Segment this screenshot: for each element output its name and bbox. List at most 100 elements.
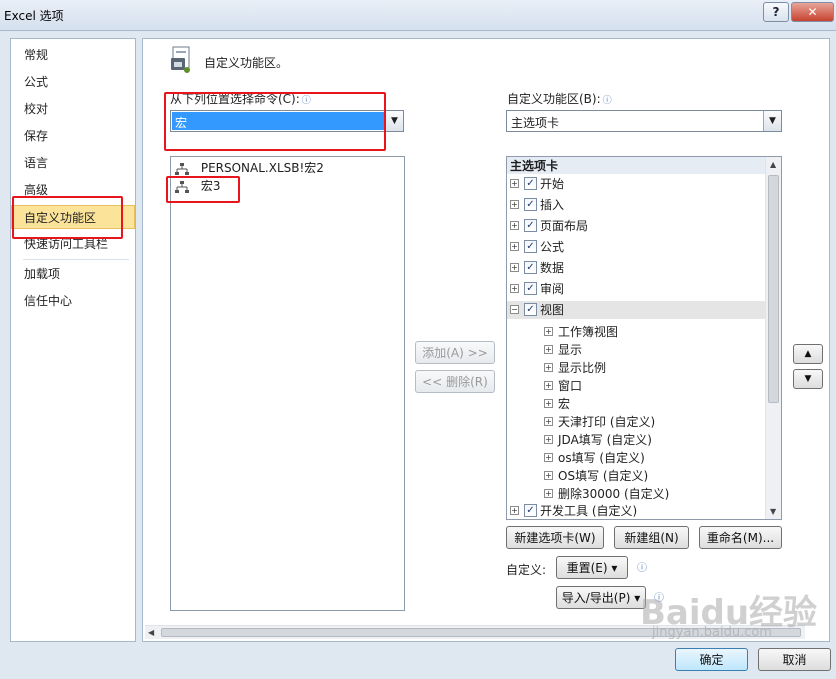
tree-group[interactable]: + 显示 — [507, 341, 765, 359]
tree-tab-view[interactable]: − ✓ 视图 — [507, 301, 765, 319]
scroll-thumb[interactable] — [768, 175, 779, 403]
help-button[interactable]: ? — [763, 2, 789, 22]
checkbox[interactable]: ✓ — [524, 504, 537, 517]
group-label: 窗口 — [558, 379, 583, 393]
tree-group[interactable]: + OS填写 (自定义) — [507, 467, 765, 485]
expand-icon[interactable]: + — [544, 399, 553, 408]
cancel-button[interactable]: 取消 — [758, 648, 831, 671]
move-up-button[interactable]: ▲ — [793, 344, 823, 364]
list-item[interactable]: PERSONAL.XLSB!宏2 — [175, 159, 324, 177]
move-down-button[interactable]: ▼ — [793, 369, 823, 389]
tab-label: 开发工具 (自定义) — [540, 504, 638, 518]
info-icon: ⓘ — [637, 563, 647, 574]
tree-tab-data[interactable]: + ✓ 数据 — [507, 259, 765, 277]
tree-group[interactable]: + os填写 (自定义) — [507, 449, 765, 467]
tree-tab-developer[interactable]: + ✓ 开发工具 (自定义) — [507, 502, 765, 520]
tree-group[interactable]: + 删除30000 (自定义) — [507, 485, 765, 503]
tree-group[interactable]: + 显示比例 — [507, 359, 765, 377]
highlight-box-nav — [12, 196, 123, 239]
expand-icon[interactable]: + — [510, 263, 519, 272]
nav-item-language[interactable]: 语言 — [11, 151, 135, 175]
nav-item-proofing[interactable]: 校对 — [11, 97, 135, 121]
tree-group[interactable]: + 宏 — [507, 395, 765, 413]
tab-label: 插入 — [540, 198, 565, 212]
tab-label: 数据 — [540, 261, 565, 275]
customize-ribbon-label: 自定义功能区(B): ⓘ — [507, 90, 612, 107]
tree-group[interactable]: + 工作簿视图 — [507, 323, 765, 341]
expand-icon[interactable]: + — [544, 345, 553, 354]
ribbon-tree[interactable]: 主选项卡 + ✓ 开始 + ✓ 插入 + ✓ 页面布局 + ✓ 公式 + ✓ 数据 + ✓ 审阅 − ✓ 视… — [506, 156, 782, 520]
expand-icon[interactable]: + — [544, 381, 553, 390]
expand-icon[interactable]: + — [510, 506, 519, 515]
ok-button[interactable]: 确定 — [675, 648, 748, 671]
expand-icon[interactable]: + — [544, 489, 553, 498]
scroll-up-icon[interactable]: ▲ — [770, 160, 776, 169]
baidu-watermark-url: jingyan.baidu.com — [652, 625, 772, 640]
add-button[interactable]: 添加(A) >> — [415, 341, 495, 364]
expand-icon[interactable]: + — [510, 200, 519, 209]
rename-button[interactable]: 重命名(M)... — [699, 526, 782, 549]
group-label: 删除30000 (自定义) — [558, 487, 670, 501]
group-label: OS填写 (自定义) — [558, 469, 649, 483]
nav-item-save[interactable]: 保存 — [11, 124, 135, 148]
remove-button[interactable]: << 删除(R) — [415, 370, 495, 393]
group-label: JDA填写 (自定义) — [558, 433, 652, 447]
tab-label: 公式 — [540, 240, 565, 254]
expand-icon[interactable]: + — [544, 435, 553, 444]
expand-icon[interactable]: + — [544, 363, 553, 372]
group-label: 显示比例 — [558, 361, 607, 375]
scroll-left-icon[interactable]: ◀ — [148, 628, 154, 637]
tab-label: 开始 — [540, 177, 565, 191]
customize-label: 自定义: — [506, 563, 547, 577]
scroll-down-icon[interactable]: ▼ — [770, 507, 776, 516]
tree-group[interactable]: + 天津打印 (自定义) — [507, 413, 765, 431]
checkbox[interactable]: ✓ — [524, 282, 537, 295]
tab-label: 视图 — [540, 303, 565, 317]
tree-tab-formulas[interactable]: + ✓ 公式 — [507, 238, 765, 256]
collapse-icon[interactable]: − — [510, 305, 519, 314]
checkbox[interactable]: ✓ — [524, 177, 537, 190]
close-button[interactable]: ✕ — [791, 2, 834, 22]
group-label: 天津打印 (自定义) — [558, 415, 656, 429]
triangle-down-icon: ▼ — [804, 374, 812, 384]
tree-tab-insert[interactable]: + ✓ 插入 — [507, 196, 765, 214]
expand-icon[interactable]: + — [544, 327, 553, 336]
nav-item-add-ins[interactable]: 加载项 — [11, 262, 135, 286]
expand-icon[interactable]: + — [510, 284, 519, 293]
group-label: 宏 — [558, 397, 571, 411]
expand-icon[interactable]: + — [510, 221, 519, 230]
tree-tab-review[interactable]: + ✓ 审阅 — [507, 280, 765, 298]
tab-label: 审阅 — [540, 282, 565, 296]
macro-icon — [175, 162, 189, 175]
title-bar — [0, 0, 836, 31]
checkbox[interactable]: ✓ — [524, 261, 537, 274]
expand-icon[interactable]: + — [544, 453, 553, 462]
tree-scrollbar[interactable]: ▲ ▼ — [765, 157, 781, 519]
nav-item-general[interactable]: 常规 — [11, 43, 135, 67]
chevron-down-icon[interactable]: ▼ — [385, 111, 403, 131]
expand-icon[interactable]: + — [544, 417, 553, 426]
reset-button[interactable]: 重置(E) ▾ — [556, 556, 628, 579]
customize-ribbon-dropdown[interactable]: 主选项卡 ▼ — [506, 110, 782, 132]
new-group-button[interactable]: 新建组(N) — [614, 526, 689, 549]
nav-item-formulas[interactable]: 公式 — [11, 70, 135, 94]
checkbox[interactable]: ✓ — [524, 198, 537, 211]
tree-group[interactable]: + 窗口 — [507, 377, 765, 395]
expand-icon[interactable]: + — [510, 179, 519, 188]
tree-tab-home[interactable]: + ✓ 开始 — [507, 175, 765, 193]
nav-item-trust-center[interactable]: 信任中心 — [11, 289, 135, 313]
checkbox[interactable]: ✓ — [524, 240, 537, 253]
commands-listbox[interactable]: PERSONAL.XLSB!宏2 宏3 — [170, 156, 405, 611]
tree-tab-page-layout[interactable]: + ✓ 页面布局 — [507, 217, 765, 235]
import-export-button[interactable]: 导入/导出(P) ▾ — [556, 586, 646, 609]
new-tab-button[interactable]: 新建选项卡(W) — [506, 526, 604, 549]
checkbox[interactable]: ✓ — [524, 219, 537, 232]
tree-group[interactable]: + JDA填写 (自定义) — [507, 431, 765, 449]
chevron-down-icon[interactable]: ▼ — [763, 111, 781, 131]
expand-icon[interactable]: + — [544, 471, 553, 480]
group-label: 显示 — [558, 343, 583, 357]
expand-icon[interactable]: + — [510, 242, 519, 251]
close-icon: ✕ — [807, 5, 818, 19]
checkbox[interactable]: ✓ — [524, 303, 537, 316]
tree-header: 主选项卡 — [510, 159, 559, 173]
